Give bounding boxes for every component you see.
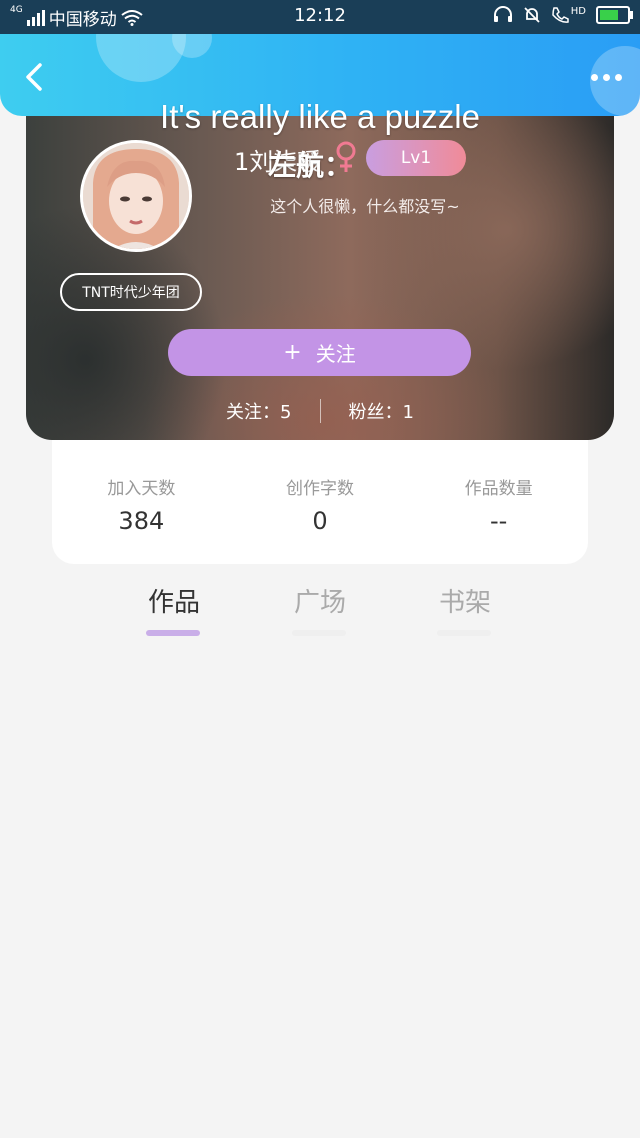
tab-bookshelf[interactable]: 书架 xyxy=(415,582,515,636)
stat-label: 作品数量 xyxy=(464,479,533,499)
stat-joined-days: 加入天数 384 xyxy=(52,430,231,564)
stat-value: 384 xyxy=(118,507,165,535)
back-button[interactable] xyxy=(20,62,50,92)
status-bar: 4G 中国移动 12:12 HD xyxy=(0,0,640,34)
tab-underline xyxy=(292,630,346,636)
plus-icon: + xyxy=(283,340,302,365)
mute-bell-icon xyxy=(524,7,540,23)
tab-label: 书架 xyxy=(438,588,491,618)
stat-label: 创作字数 xyxy=(286,479,354,499)
more-dot xyxy=(591,74,598,81)
bio-text: 这个人很懒，什么都没写~ xyxy=(270,197,460,216)
stat-label: 加入天数 xyxy=(107,479,176,499)
content-tabs: 作品 广场 书架 xyxy=(0,582,640,642)
group-tag[interactable]: TNT时代少年团 xyxy=(60,273,202,311)
stat-value: 0 xyxy=(312,507,328,535)
follow-stats: 关注：5 粉丝：1 xyxy=(26,398,614,424)
hd-label: HD xyxy=(570,6,586,17)
tab-label: 作品 xyxy=(147,588,200,618)
following-count[interactable]: 关注：5 xyxy=(226,398,291,424)
content-area xyxy=(0,650,640,1138)
divider xyxy=(319,399,321,423)
status-right: HD xyxy=(493,6,633,24)
profile-card: 1刘柒瑗 左航： Lv1 这个人很懒，什么都没写~ TNT时代少年团 + 关注 … xyxy=(26,100,614,440)
headset-icon xyxy=(493,6,512,22)
tab-label: 广场 xyxy=(293,588,346,618)
more-dot xyxy=(603,74,610,81)
stat-works-count: 作品数量 -- xyxy=(409,430,588,564)
tab-underline xyxy=(146,630,200,636)
followers-count[interactable]: 粉丝：1 xyxy=(349,398,414,424)
follow-button-label: 关注 xyxy=(315,342,356,366)
page-title: It's really like a puzzle xyxy=(160,98,480,135)
follow-button[interactable]: + 关注 xyxy=(168,329,471,376)
more-options-button[interactable] xyxy=(591,74,622,81)
more-dot xyxy=(615,74,622,81)
tab-works[interactable]: 作品 xyxy=(124,582,224,636)
call-hd-icon xyxy=(552,7,569,23)
stat-value: -- xyxy=(490,507,508,535)
tab-square[interactable]: 广场 xyxy=(270,582,370,636)
battery-level xyxy=(600,10,618,20)
female-gender-icon xyxy=(336,141,356,172)
battery-icon xyxy=(596,6,633,24)
tab-underline xyxy=(437,630,491,636)
level-badge: Lv1 xyxy=(366,140,466,176)
stats-card: 加入天数 384 创作字数 0 作品数量 -- xyxy=(52,430,588,564)
stat-word-count: 创作字数 0 xyxy=(231,430,410,564)
